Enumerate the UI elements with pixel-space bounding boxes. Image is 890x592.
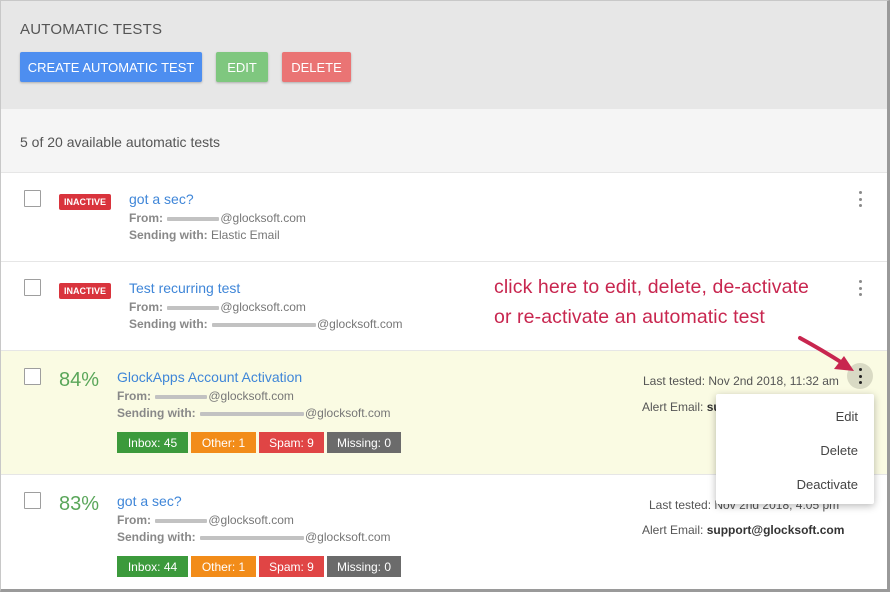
from-label: From:	[129, 300, 163, 314]
other-stat-badge: Other: 1	[191, 432, 256, 453]
test-subject-link[interactable]: got a sec?	[117, 493, 182, 509]
from-line: From: @glocksoft.com	[117, 513, 294, 527]
row-checkbox[interactable]	[24, 190, 41, 207]
sending-with-domain: @glocksoft.com	[317, 317, 403, 331]
inbox-stat-badge: Inbox: 45	[117, 432, 188, 453]
row-checkbox[interactable]	[24, 368, 41, 385]
inbox-score: 83%	[59, 493, 100, 515]
test-subject-link[interactable]: Test recurring test	[129, 280, 240, 296]
test-subject-link[interactable]: got a sec?	[129, 191, 194, 207]
spam-stat-badge: Spam: 9	[259, 556, 324, 577]
from-line: From: @glocksoft.com	[129, 211, 306, 225]
sending-with-label: Sending with:	[129, 228, 208, 242]
inactive-badge: INACTIVE	[59, 283, 112, 299]
edit-button[interactable]: EDIT	[216, 52, 268, 82]
from-label: From:	[117, 513, 151, 527]
from-label: From:	[117, 389, 151, 403]
redacted-text	[167, 305, 220, 310]
redacted-text	[155, 518, 208, 523]
redacted-text	[167, 216, 220, 221]
more-vert-icon[interactable]	[855, 280, 865, 296]
from-line: From: @glocksoft.com	[129, 300, 306, 314]
row-checkbox[interactable]	[24, 492, 41, 509]
sending-with-label: Sending with:	[117, 530, 196, 544]
annotation-line-2: or re-activate an automatic test	[494, 306, 765, 328]
menu-item-deactivate[interactable]: Deactivate	[797, 477, 858, 492]
test-row: INACTIVE got a sec? From: @glocksoft.com…	[1, 173, 887, 262]
from-domain: @glocksoft.com	[208, 513, 294, 527]
create-automatic-test-button[interactable]: CREATE AUTOMATIC TEST	[20, 52, 202, 82]
sending-with-label: Sending with:	[129, 317, 208, 331]
last-tested-label: Last tested:	[649, 498, 712, 512]
from-label: From:	[129, 211, 163, 225]
sending-with-line: Sending with: @glocksoft.com	[117, 406, 391, 420]
redacted-text	[155, 394, 208, 399]
sending-with-label: Sending with:	[117, 406, 196, 420]
redacted-text	[212, 322, 316, 327]
sending-with-line: Sending with: Elastic Email	[129, 228, 280, 242]
from-domain: @glocksoft.com	[208, 389, 294, 403]
from-domain: @glocksoft.com	[220, 300, 306, 314]
menu-item-delete[interactable]: Delete	[820, 443, 858, 458]
sending-with-line: Sending with: @glocksoft.com	[129, 317, 403, 331]
page-header: AUTOMATIC TESTS CREATE AUTOMATIC TEST ED…	[1, 1, 887, 109]
more-vert-icon[interactable]	[855, 191, 865, 207]
other-stat-badge: Other: 1	[191, 556, 256, 577]
alert-email-label: Alert Email:	[642, 523, 704, 537]
redacted-text	[200, 411, 304, 416]
app-frame: AUTOMATIC TESTS CREATE AUTOMATIC TEST ED…	[0, 0, 890, 592]
alert-email-value: support@glocksoft.com	[706, 523, 845, 537]
delete-button[interactable]: DELETE	[282, 52, 351, 82]
alert-email-line: Alert Email: su	[642, 400, 721, 414]
inbox-score: 84%	[59, 369, 100, 391]
sending-with-value: Elastic Email	[211, 228, 280, 242]
summary-bar: 5 of 20 available automatic tests	[1, 109, 887, 173]
spam-stat-badge: Spam: 9	[259, 432, 324, 453]
test-subject-link[interactable]: GlockApps Account Activation	[117, 369, 302, 385]
sending-with-domain: @glocksoft.com	[305, 406, 391, 420]
annotation-line-1: click here to edit, delete, de-activate	[494, 276, 809, 298]
last-tested-label: Last tested:	[643, 374, 706, 388]
page-title: AUTOMATIC TESTS	[20, 21, 163, 38]
inbox-stat-badge: Inbox: 44	[117, 556, 188, 577]
annotation-arrow-icon	[798, 336, 854, 371]
inactive-badge: INACTIVE	[59, 194, 112, 210]
alert-email-line: Alert Email: support@glocksoft.com	[642, 523, 844, 537]
menu-item-edit[interactable]: Edit	[836, 409, 858, 424]
sending-with-line: Sending with: @glocksoft.com	[117, 530, 391, 544]
missing-stat-badge: Missing: 0	[327, 432, 401, 453]
from-line: From: @glocksoft.com	[117, 389, 294, 403]
available-tests-count: 5 of 20 available automatic tests	[20, 134, 221, 150]
row-checkbox[interactable]	[24, 279, 41, 296]
from-domain: @glocksoft.com	[220, 211, 306, 225]
row-actions-menu: Edit Delete Deactivate	[716, 394, 874, 504]
missing-stat-badge: Missing: 0	[327, 556, 401, 577]
alert-email-label: Alert Email:	[642, 400, 704, 414]
redacted-text	[200, 535, 304, 540]
sending-with-domain: @glocksoft.com	[305, 530, 391, 544]
